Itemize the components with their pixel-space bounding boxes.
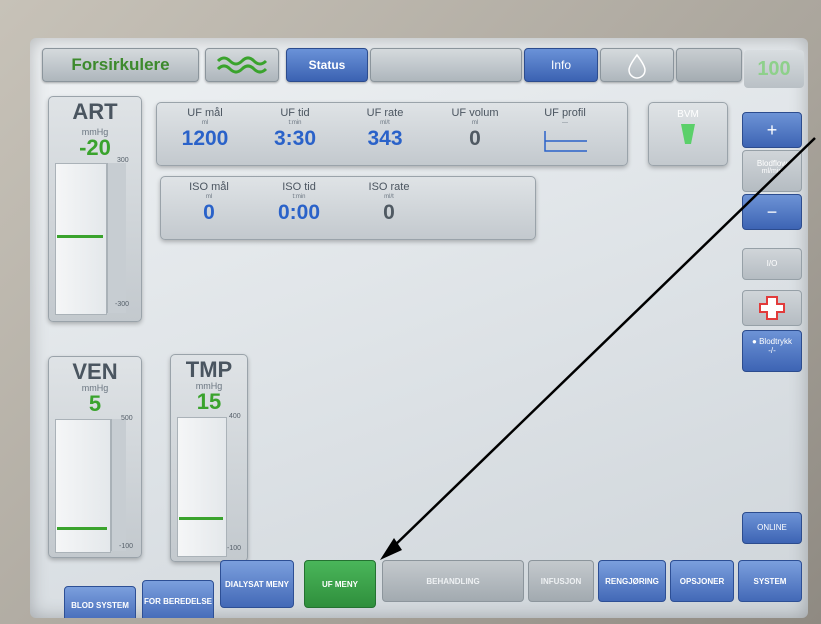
blood-system-button[interactable]: BLOD SYSTEM [64,586,136,618]
tmp-scale-bottom: -100 [227,545,242,552]
iso-tid-cell[interactable]: ISO tid t:min 0:00 [255,181,343,225]
iso-mal-cell[interactable]: ISO mål ml 0 [165,181,253,225]
dialysate-menu-button[interactable]: DIALYSAT MENY [220,560,294,608]
uf-mal-value: 1200 [181,127,229,150]
blodflow-label: Blodflow [756,159,788,168]
ven-track [111,419,126,551]
ven-value: 5 [88,391,102,416]
preparation-button[interactable]: FOR BEREDELSE [142,580,214,618]
art-scale-top: 300 [117,157,129,164]
bvm-label: BVM [677,109,699,120]
uf-tid-unit: t:min [288,120,302,126]
options-button[interactable]: OPSJONER [670,560,734,602]
ven-level-line [57,527,107,530]
art-gauge: ART mmHg -20 300 -300 [48,96,142,322]
uf-rate-cell[interactable]: UF rate ml/t 343 [341,107,429,151]
blodtrykk-label: Blodtrykk [759,337,792,346]
corner-value: 100 [744,50,804,88]
iso-mal-unit: ml [205,194,213,200]
uf-tid-cell[interactable]: UF tid t:min 3:30 [251,107,339,151]
tmp-bar [177,417,227,557]
blood-pressure-icon: ● [752,337,757,346]
tmp-level-line [179,517,223,520]
drop-button[interactable] [600,48,674,82]
online-button[interactable]: ONLINE [742,512,802,544]
status-tab[interactable]: Status [286,48,368,82]
dialysis-screen: Forsirkulere Status Info 100 ART mmHg -2… [30,38,808,618]
uf-rate-value: 343 [367,127,403,150]
iso-rate-value: 0 [383,201,395,224]
iso-tid-label: ISO tid [282,181,316,193]
drop-icon [628,53,646,79]
uf-volum-label: UF volum [451,107,499,119]
art-title: ART [72,99,118,124]
infusion-button[interactable]: INFUSJON [528,560,594,602]
blood-flow-minus-button[interactable]: − [742,194,802,230]
art-bar [55,163,107,315]
uf-volum-cell[interactable]: UF volum ml 0 [431,107,519,151]
uf-profil-cell[interactable]: UF profil --- [521,107,609,160]
wave-icon [216,56,268,74]
bvm-cup-icon [681,124,695,144]
ven-scale-top: 500 [121,415,133,422]
tmp-scale-top: 400 [229,413,241,420]
uf-mal-label: UF mål [187,107,223,119]
ven-gauge: VEN mmHg 5 500 -100 [48,356,142,558]
iso-mal-value: 0 [203,201,215,224]
iso-panel[interactable]: ISO mål ml 0 ISO tid t:min 0:00 ISO rate… [160,176,536,240]
uf-panel[interactable]: UF mål ml 1200 UF tid t:min 3:30 UF rate… [156,102,628,166]
iso-tid-unit: t:min [292,194,306,200]
uf-volum-value: 0 [469,127,481,150]
blood-flow-plus-button[interactable]: + [742,112,802,148]
tmp-title: TMP [185,357,233,382]
iso-rate-cell[interactable]: ISO rate ml/t 0 [345,181,433,225]
uf-profile-graph-icon [544,131,587,152]
red-cross-icon [759,296,785,320]
art-track [107,163,126,313]
blood-pressure-button[interactable]: ● Blodtrykk -/- [742,330,802,372]
art-level-line [57,235,103,238]
treatment-button[interactable]: BEHANDLING [382,560,524,602]
art-scale-bottom: -300 [115,301,130,308]
system-button[interactable]: SYSTEM [738,560,802,602]
blank-tab [370,48,522,82]
blood-flow-display: Blodflow ml/min [742,150,802,192]
mode-title-tab[interactable]: Forsirkulere [42,48,199,82]
iso-tid-value: 0:00 [277,201,321,224]
uf-mal-unit: ml [201,120,209,126]
uf-profil-unit: --- [562,120,568,126]
info-tab[interactable]: Info [524,48,598,82]
uf-menu-button[interactable]: UF MENY [304,560,376,608]
uf-volum-unit: ml [471,120,479,126]
flow-wave-button[interactable] [205,48,279,82]
ven-bar [55,419,111,553]
uf-tid-value: 3:30 [273,127,317,150]
uf-tid-label: UF tid [280,107,310,119]
tmp-gauge: TMP mmHg 15 400 -100 [170,354,248,562]
uf-rate-label: UF rate [366,107,404,119]
uf-mal-cell[interactable]: UF mål ml 1200 [161,107,249,151]
uf-rate-unit: ml/t [380,120,390,126]
io-button[interactable]: I/O [742,248,802,280]
iso-rate-unit: ml/t [384,194,394,200]
uf-profil-label: UF profil [544,107,586,119]
blank-right-tab [676,48,742,82]
blodflow-unit: ml/min [761,168,783,175]
iso-mal-label: ISO mål [189,181,229,193]
cleaning-button[interactable]: RENGJØRING [598,560,666,602]
ven-title: VEN [72,359,118,384]
ven-scale-bottom: -100 [119,543,134,550]
tmp-value: 15 [196,389,222,414]
bvm-panel[interactable]: BVM [648,102,728,166]
blodtrykk-value: -/- [768,346,776,355]
iso-rate-label: ISO rate [368,181,410,193]
first-aid-button[interactable] [742,290,802,326]
